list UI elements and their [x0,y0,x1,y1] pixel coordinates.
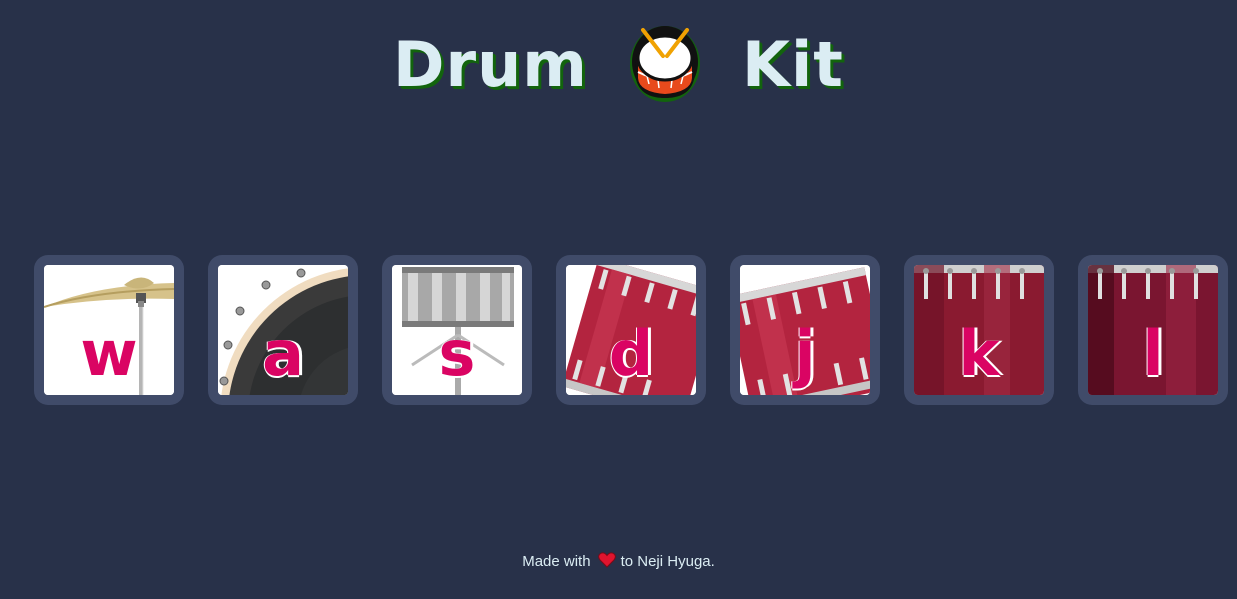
drum-key-d-tile: d [566,265,696,395]
drum-key-s[interactable]: s [382,255,532,405]
drum-key-j-tile: j [740,265,870,395]
drum-key-letter: j [794,317,816,390]
heart-icon [597,552,616,572]
drum-key-l-tile: l [1088,265,1218,395]
drum-key-letter: a [262,317,304,390]
footer-text-after: to Neji Hyuga. [620,553,715,570]
drum-key-letter: l [1142,317,1164,390]
drum-key-a[interactable]: a [208,255,358,405]
footer-text-before: Made with [522,553,591,570]
drum-key-letter: w [80,317,138,390]
drum-key-letter: k [958,317,1000,390]
drum-emoji-icon [629,22,701,106]
drum-key-w[interactable]: w [34,255,184,405]
drum-key-w-tile: w [44,265,174,395]
drum-keys-row: w a s d j k l [34,255,1234,405]
footer: Made with to Neji Hyuga. [0,552,1237,572]
title-drum-text: Drum [393,27,588,101]
page-title: Drum Kit [0,22,1237,102]
drum-key-letter: d [608,317,654,390]
drum-key-k[interactable]: k [904,255,1054,405]
title-kit-text: Kit [742,27,844,101]
drum-key-letter: s [438,317,476,390]
drum-key-k-tile: k [914,265,1044,395]
drum-key-a-tile: a [218,265,348,395]
drum-key-d[interactable]: d [556,255,706,405]
drum-key-l[interactable]: l [1078,255,1228,405]
drum-key-s-tile: s [392,265,522,395]
drum-key-j[interactable]: j [730,255,880,405]
